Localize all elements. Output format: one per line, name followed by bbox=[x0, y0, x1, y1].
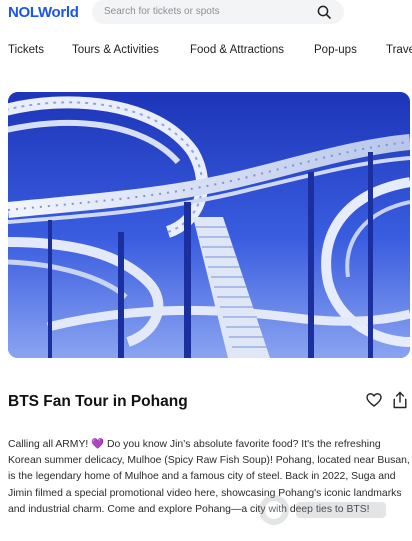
search-bar[interactable]: Search for tickets or spots bbox=[92, 0, 344, 24]
tab-tours-activities[interactable]: Tours & Activities bbox=[72, 44, 159, 56]
tab-food-attractions[interactable]: Food & Attractions bbox=[190, 44, 284, 56]
search-placeholder: Search for tickets or spots bbox=[104, 6, 220, 17]
search-icon[interactable] bbox=[316, 4, 332, 20]
tab-tickets[interactable]: Tickets bbox=[8, 44, 44, 56]
share-icon[interactable] bbox=[392, 391, 408, 409]
logo[interactable]: NOLWorld bbox=[8, 4, 79, 22]
tab-travel[interactable]: Trave bbox=[386, 44, 412, 56]
logo-part-2: World bbox=[37, 4, 79, 21]
post-description: Calling all ARMY! 💜 Do you know Jin's ab… bbox=[8, 439, 410, 515]
post-title: BTS Fan Tour in Pohang bbox=[8, 393, 188, 410]
hero-image bbox=[8, 92, 410, 358]
top-bar: NOLWorld Search for tickets or spots bbox=[0, 0, 412, 26]
space-walk-sculpture-illustration bbox=[8, 92, 410, 358]
heart-icon[interactable] bbox=[366, 392, 382, 408]
category-tabs: Tickets Tours & Activities Food & Attrac… bbox=[0, 42, 412, 64]
logo-part-1: NOL bbox=[8, 4, 38, 21]
tab-popups[interactable]: Pop-ups bbox=[314, 44, 357, 56]
